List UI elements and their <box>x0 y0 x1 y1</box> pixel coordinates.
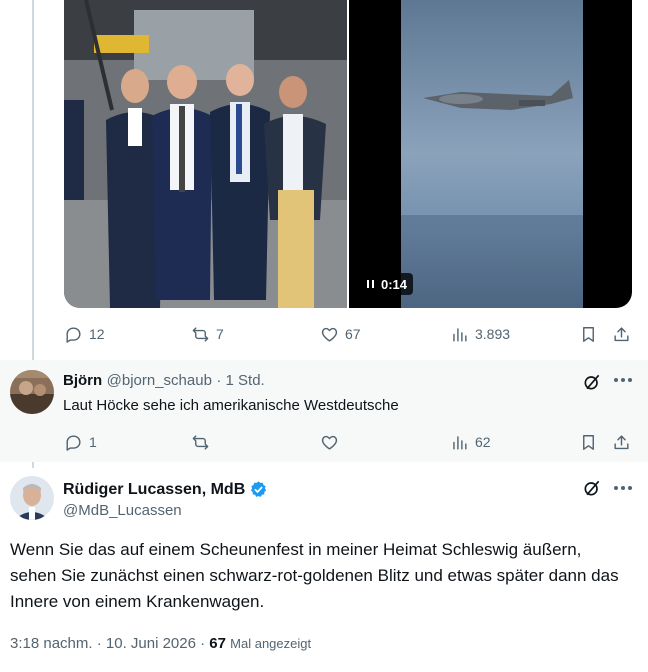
like-button[interactable] <box>320 431 339 453</box>
share-icon <box>614 326 629 341</box>
reply-author-name[interactable]: Björn <box>63 372 102 389</box>
reply-text: Laut Höcke sehe ich amerikanische Westde… <box>63 397 399 414</box>
avatar[interactable] <box>10 370 54 414</box>
avatar[interactable] <box>10 476 54 520</box>
video-duration: 0:14 <box>381 276 408 292</box>
reply-time[interactable]: · 1 Std. <box>216 372 264 389</box>
reply-actions: 1 62 <box>64 431 636 453</box>
repost-count: 7 <box>216 326 224 342</box>
grok-icon[interactable] <box>582 478 602 498</box>
views-icon <box>453 435 467 450</box>
share-button[interactable] <box>612 323 631 345</box>
reply-icon <box>66 434 81 451</box>
repost-button[interactable] <box>191 431 210 453</box>
reply-count: 12 <box>89 326 105 342</box>
like-icon <box>321 435 338 450</box>
thread-line <box>32 0 34 368</box>
bookmark-icon <box>583 326 594 342</box>
pause-icon <box>367 280 374 288</box>
video-duration-badge[interactable]: 0:14 <box>361 273 414 295</box>
repost-button[interactable]: 7 <box>191 323 224 345</box>
tweet-timestamp[interactable]: 3:18 nachm. · 10. Juni 2026 · <box>10 635 209 652</box>
repost-icon <box>192 326 209 342</box>
more-icon[interactable] <box>614 486 632 490</box>
view-count: 62 <box>475 434 491 450</box>
view-count: 67 <box>209 635 226 652</box>
media-grid: 0:14 <box>64 0 632 308</box>
tweet-text: Wenn Sie das auf einem Scheunenfest in m… <box>10 540 619 611</box>
more-icon[interactable] <box>614 378 632 382</box>
tweet-actions: 12 7 67 3.893 <box>64 323 636 345</box>
view-count: 3.893 <box>475 326 511 342</box>
tweet-meta: 3:18 nachm. · 10. Juni 2026 · 67 Mal ang… <box>10 635 311 652</box>
grok-icon[interactable] <box>582 372 602 392</box>
video-attachment[interactable]: 0:14 <box>349 0 632 308</box>
bookmark-icon <box>583 434 594 450</box>
repost-icon <box>192 434 209 450</box>
author-handle[interactable]: @MdB_Lucassen <box>63 502 182 519</box>
reply-button[interactable]: 12 <box>64 323 105 345</box>
views-icon <box>453 327 467 342</box>
reply-count: 1 <box>89 434 97 450</box>
bookmark-button[interactable] <box>579 431 598 453</box>
share-icon <box>614 434 629 449</box>
like-icon <box>321 327 338 342</box>
like-button[interactable]: 67 <box>320 323 361 345</box>
reply-button[interactable]: 1 <box>64 431 97 453</box>
share-button[interactable] <box>612 431 631 453</box>
bookmark-button[interactable] <box>579 323 598 345</box>
reply-icon <box>66 326 81 343</box>
views-button[interactable]: 62 <box>450 431 491 453</box>
photo-attachment[interactable] <box>64 0 347 308</box>
video-frame <box>401 0 583 308</box>
verified-badge-icon[interactable] <box>249 480 268 499</box>
author-name[interactable]: Rüdiger Lucassen, MdB <box>63 481 245 499</box>
views-label: Mal angezeigt <box>230 636 312 651</box>
reply-author-handle[interactable]: @bjorn_schaub <box>107 372 212 389</box>
like-count: 67 <box>345 326 361 342</box>
reply-tweet[interactable]: Björn @bjorn_schaub · 1 Std. Laut Höcke … <box>0 360 648 462</box>
views-button[interactable]: 3.893 <box>450 323 510 345</box>
